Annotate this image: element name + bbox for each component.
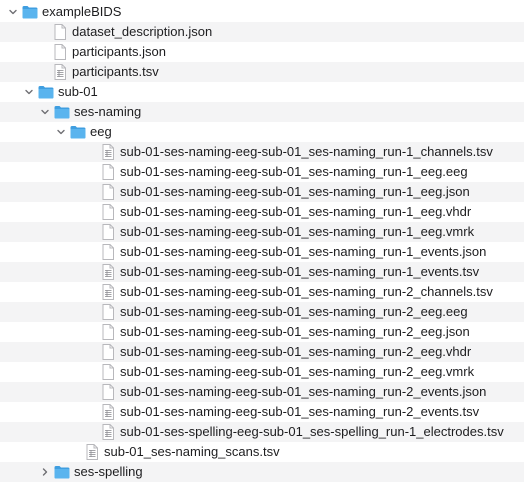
file-name: sub-01-ses-spelling-eeg-sub-01_ses-spell… — [120, 424, 504, 439]
file-name: participants.tsv — [72, 64, 159, 79]
file-tree: exampleBIDS dataset_description.jsonparti… — [0, 0, 524, 482]
file-row[interactable]: sub-01-ses-naming-eeg-sub-01_ses-naming_… — [0, 342, 524, 362]
file-name: sub-01-ses-naming-eeg-sub-01_ses-naming_… — [120, 264, 480, 279]
file-name: sub-01-ses-naming-eeg-sub-01_ses-naming_… — [120, 244, 487, 259]
file-icon — [99, 323, 117, 341]
folder-icon — [37, 83, 55, 101]
folder-icon — [21, 3, 39, 21]
tsv-file-icon — [51, 63, 69, 81]
file-icon — [99, 383, 117, 401]
folder-name: ses-naming — [74, 104, 142, 119]
file-row[interactable]: sub-01-ses-naming-eeg-sub-01_ses-naming_… — [0, 162, 524, 182]
file-name: sub-01_ses-naming_scans.tsv — [104, 444, 280, 459]
file-name: sub-01-ses-naming-eeg-sub-01_ses-naming_… — [120, 384, 487, 399]
file-icon — [99, 203, 117, 221]
file-row[interactable]: participants.json — [0, 42, 524, 62]
file-row[interactable]: sub-01-ses-naming-eeg-sub-01_ses-naming_… — [0, 402, 524, 422]
file-row[interactable]: sub-01-ses-naming-eeg-sub-01_ses-naming_… — [0, 182, 524, 202]
file-icon — [99, 163, 117, 181]
file-name: sub-01-ses-naming-eeg-sub-01_ses-naming_… — [120, 144, 493, 159]
folder-name: exampleBIDS — [42, 4, 122, 19]
file-name: sub-01-ses-naming-eeg-sub-01_ses-naming_… — [120, 284, 493, 299]
file-row[interactable]: sub-01-ses-naming-eeg-sub-01_ses-naming_… — [0, 222, 524, 242]
tsv-file-icon — [99, 143, 117, 161]
file-row[interactable]: sub-01-ses-naming-eeg-sub-01_ses-naming_… — [0, 302, 524, 322]
file-icon — [99, 343, 117, 361]
folder-icon — [69, 123, 87, 141]
folder-icon — [53, 103, 71, 121]
folder-row[interactable]: exampleBIDS — [0, 2, 524, 22]
file-name: sub-01-ses-naming-eeg-sub-01_ses-naming_… — [120, 364, 475, 379]
chevron-right-icon[interactable] — [38, 462, 52, 482]
file-name: sub-01-ses-naming-eeg-sub-01_ses-naming_… — [120, 164, 468, 179]
chevron-down-icon[interactable] — [22, 82, 36, 102]
file-row[interactable]: sub-01-ses-naming-eeg-sub-01_ses-naming_… — [0, 322, 524, 342]
folder-row[interactable]: ses-naming — [0, 102, 524, 122]
tsv-file-icon — [99, 283, 117, 301]
file-name: sub-01-ses-naming-eeg-sub-01_ses-naming_… — [120, 404, 480, 419]
tsv-file-icon — [99, 403, 117, 421]
folder-icon — [53, 463, 71, 481]
file-row[interactable]: sub-01-ses-naming-eeg-sub-01_ses-naming_… — [0, 142, 524, 162]
folder-row[interactable]: sub-01 — [0, 82, 524, 102]
chevron-down-icon[interactable] — [38, 102, 52, 122]
file-row[interactable]: sub-01-ses-naming-eeg-sub-01_ses-naming_… — [0, 362, 524, 382]
tsv-file-icon — [99, 423, 117, 441]
folder-name: eeg — [90, 124, 112, 139]
file-row[interactable]: sub-01-ses-naming-eeg-sub-01_ses-naming_… — [0, 262, 524, 282]
tsv-file-icon — [99, 263, 117, 281]
chevron-down-icon[interactable] — [54, 122, 68, 142]
file-name: sub-01-ses-naming-eeg-sub-01_ses-naming_… — [120, 204, 472, 219]
file-name: sub-01-ses-naming-eeg-sub-01_ses-naming_… — [120, 184, 470, 199]
file-name: sub-01-ses-naming-eeg-sub-01_ses-naming_… — [120, 344, 472, 359]
file-icon — [51, 43, 69, 61]
file-name: sub-01-ses-naming-eeg-sub-01_ses-naming_… — [120, 304, 468, 319]
folder-row[interactable]: ses-spelling — [0, 462, 524, 482]
folder-row[interactable]: eeg — [0, 122, 524, 142]
chevron-down-icon[interactable] — [6, 2, 20, 22]
file-name: sub-01-ses-naming-eeg-sub-01_ses-naming_… — [120, 324, 470, 339]
file-name: participants.json — [72, 44, 166, 59]
file-icon — [99, 223, 117, 241]
file-icon — [99, 303, 117, 321]
file-row[interactable]: sub-01-ses-spelling-eeg-sub-01_ses-spell… — [0, 422, 524, 442]
file-row[interactable]: sub-01-ses-naming-eeg-sub-01_ses-naming_… — [0, 242, 524, 262]
folder-name: ses-spelling — [74, 464, 143, 479]
file-row[interactable]: dataset_description.json — [0, 22, 524, 42]
file-icon — [99, 363, 117, 381]
file-name: sub-01-ses-naming-eeg-sub-01_ses-naming_… — [120, 224, 475, 239]
file-icon — [99, 243, 117, 261]
file-row[interactable]: sub-01_ses-naming_scans.tsv — [0, 442, 524, 462]
file-row[interactable]: sub-01-ses-naming-eeg-sub-01_ses-naming_… — [0, 382, 524, 402]
file-icon — [99, 183, 117, 201]
file-row[interactable]: participants.tsv — [0, 62, 524, 82]
folder-name: sub-01 — [58, 84, 98, 99]
file-row[interactable]: sub-01-ses-naming-eeg-sub-01_ses-naming_… — [0, 202, 524, 222]
file-row[interactable]: sub-01-ses-naming-eeg-sub-01_ses-naming_… — [0, 282, 524, 302]
file-icon — [51, 23, 69, 41]
tsv-file-icon — [83, 443, 101, 461]
file-name: dataset_description.json — [72, 24, 213, 39]
